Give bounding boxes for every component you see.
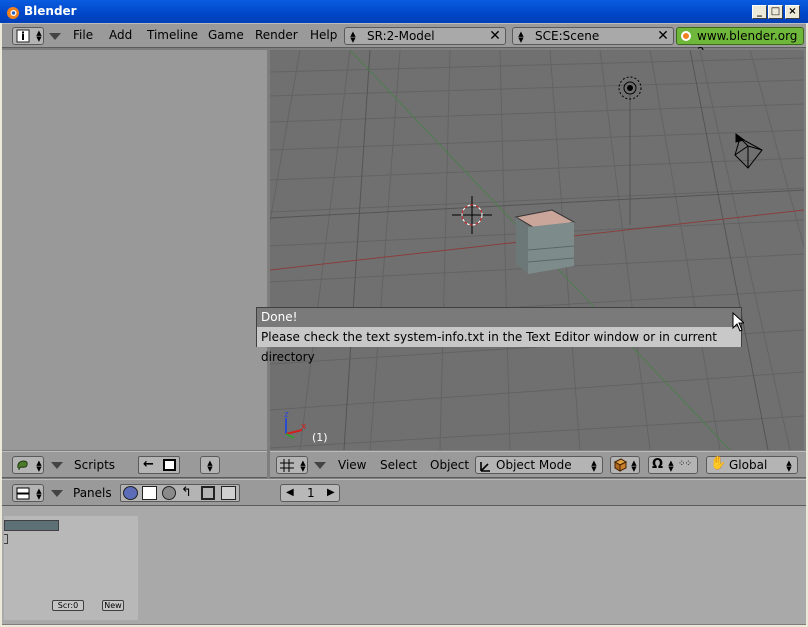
- delete-screen-icon[interactable]: ✕: [487, 29, 503, 43]
- logic-context-icon[interactable]: [123, 486, 138, 500]
- menu-help[interactable]: Help: [310, 28, 337, 42]
- menu-file[interactable]: File: [73, 28, 93, 42]
- menu-add[interactable]: Add: [109, 28, 132, 42]
- updown-arrows-icon: ▲ ▼: [36, 29, 42, 43]
- menu-scripts[interactable]: Scripts: [74, 458, 115, 472]
- updown-arrows-icon: ▲ ▼: [207, 459, 213, 473]
- scripts-header: ▲ ▼ Scripts ← ▲ ▼: [2, 451, 267, 478]
- editor-type-select-info[interactable]: ▲ ▼: [12, 27, 44, 45]
- scene-name: SCE:Scene: [535, 29, 600, 43]
- axis-z-label: z: [284, 410, 289, 420]
- script-nav-buttons[interactable]: ←: [138, 456, 180, 474]
- window-title: Blender: [24, 4, 77, 18]
- object-mode-icon: [480, 462, 490, 472]
- draw-type-select[interactable]: ▲ ▼: [610, 456, 640, 474]
- updown-arrows-icon: ▲ ▼: [300, 459, 306, 473]
- collapse-menu-icon[interactable]: [51, 490, 63, 497]
- script-count-button[interactable]: Scr:0: [52, 600, 84, 611]
- editing-context-icon[interactable]: [201, 486, 215, 500]
- updown-arrows-icon: ▲ ▼: [591, 459, 597, 473]
- popup-title: Done!: [257, 308, 741, 327]
- screen-select[interactable]: ▲ ▼ SR:2-Model ✕: [344, 27, 506, 45]
- frame-number-field[interactable]: ◀ 1 ▶: [280, 484, 340, 502]
- updown-arrows-icon: ▲ ▼: [631, 459, 637, 473]
- orientation-value: Global: [729, 458, 768, 472]
- mouse-cursor-icon: [732, 312, 744, 332]
- info-header: ▲ ▼ File Add Timeline Game Render Help ▲ ▼…: [2, 23, 806, 59]
- increment-arrow-icon[interactable]: ▶: [327, 485, 335, 501]
- blender-org-icon: [681, 31, 691, 41]
- panel-tab[interactable]: [4, 520, 59, 531]
- viewport-grid: [270, 50, 804, 450]
- minimize-button[interactable]: _: [752, 5, 767, 19]
- scripts-window-area[interactable]: [2, 50, 267, 450]
- close-window-button[interactable]: ×: [785, 5, 800, 19]
- delete-scene-icon[interactable]: ✕: [655, 29, 671, 43]
- new-script-button[interactable]: New: [102, 600, 124, 611]
- panel-scroll-handle[interactable]: [4, 534, 8, 544]
- mode-value: Object Mode: [496, 458, 572, 472]
- arrow-left-icon[interactable]: ←: [143, 457, 154, 472]
- collapse-menu-icon[interactable]: [314, 462, 326, 469]
- buttons-window-icon: [16, 487, 30, 500]
- maximize-button[interactable]: □: [768, 5, 783, 19]
- updown-arrows-icon: ▲ ▼: [518, 30, 524, 44]
- editor-type-select-buttons[interactable]: ▲ ▼: [12, 484, 44, 502]
- pivot-snap-select[interactable]: Ω ▲ ▼ ⁘⁘: [648, 456, 698, 474]
- popup-message[interactable]: Please check the text system-info.txt in…: [257, 327, 741, 364]
- hand-grab-icon: ✋: [710, 456, 727, 471]
- python-snake-icon: [17, 460, 28, 471]
- script-panel: Scr:0 New: [4, 516, 138, 620]
- menu-render[interactable]: Render: [255, 28, 298, 42]
- menu-select[interactable]: Select: [380, 458, 417, 472]
- scene-context-icon[interactable]: [221, 486, 236, 500]
- updown-arrows-icon: ▲ ▼: [36, 459, 42, 473]
- solid-shading-icon: [613, 458, 627, 472]
- menu-view[interactable]: View: [338, 458, 366, 472]
- script-context-icon[interactable]: [142, 486, 157, 500]
- menu-game[interactable]: Game: [208, 28, 244, 42]
- updown-arrows-icon: ▲ ▼: [668, 459, 674, 473]
- collapse-menu-icon[interactable]: [51, 462, 63, 469]
- transform-orientation-select[interactable]: ✋ Global ▲ ▼: [706, 456, 798, 474]
- info-popup[interactable]: Done! Please check the text system-info.…: [256, 307, 742, 364]
- mode-select[interactable]: Object Mode ▲ ▼: [475, 456, 603, 474]
- updown-arrows-icon: ▲ ▼: [36, 487, 42, 501]
- buttons-window-header: ▲ ▼ Panels ↰ ◀ 1 ▶: [2, 479, 806, 506]
- panels-label: Panels: [73, 486, 112, 500]
- script-select[interactable]: ▲ ▼: [200, 456, 220, 474]
- collapse-menu-icon[interactable]: [49, 33, 61, 40]
- editor-type-select-3dview[interactable]: ▲ ▼: [276, 456, 308, 474]
- buttons-window-area[interactable]: Scr:0 New: [2, 506, 806, 624]
- updown-arrows-icon: ▲ ▼: [350, 30, 356, 44]
- info-icon: [16, 29, 30, 43]
- axis-x-label: x: [301, 422, 307, 432]
- window-toggle-icon[interactable]: [163, 459, 176, 471]
- 3d-viewport[interactable]: z x (1): [270, 50, 804, 450]
- website-link[interactable]: www.blender.org 2: [676, 27, 804, 59]
- menu-object[interactable]: Object: [430, 458, 469, 472]
- 3d-view-header: ▲ ▼ View Select Object Object Mode ▲ ▼ ▲ ▼ …: [270, 451, 806, 478]
- snap-dots-icon: ⁘⁘: [678, 459, 692, 469]
- context-buttons[interactable]: ↰: [120, 484, 240, 502]
- frame-number-value: 1: [307, 486, 315, 500]
- updown-arrows-icon: ▲ ▼: [786, 459, 792, 473]
- editor-type-select-scripts[interactable]: ▲ ▼: [12, 456, 44, 474]
- shading-context-icon[interactable]: [162, 486, 176, 500]
- object-context-icon[interactable]: ↰: [181, 485, 192, 500]
- window-titlebar: Blender _ □ ×: [0, 0, 808, 23]
- screen-name: SR:2-Model: [367, 29, 435, 43]
- frame-number-label: (1): [312, 431, 328, 444]
- scene-select[interactable]: ▲ ▼ SCE:Scene ✕: [512, 27, 674, 45]
- grid-icon: [280, 459, 294, 472]
- blender-logo-icon: [7, 7, 19, 19]
- magnet-icon: Ω: [652, 457, 664, 472]
- menu-timeline[interactable]: Timeline: [147, 28, 198, 42]
- decrement-arrow-icon[interactable]: ◀: [286, 485, 294, 501]
